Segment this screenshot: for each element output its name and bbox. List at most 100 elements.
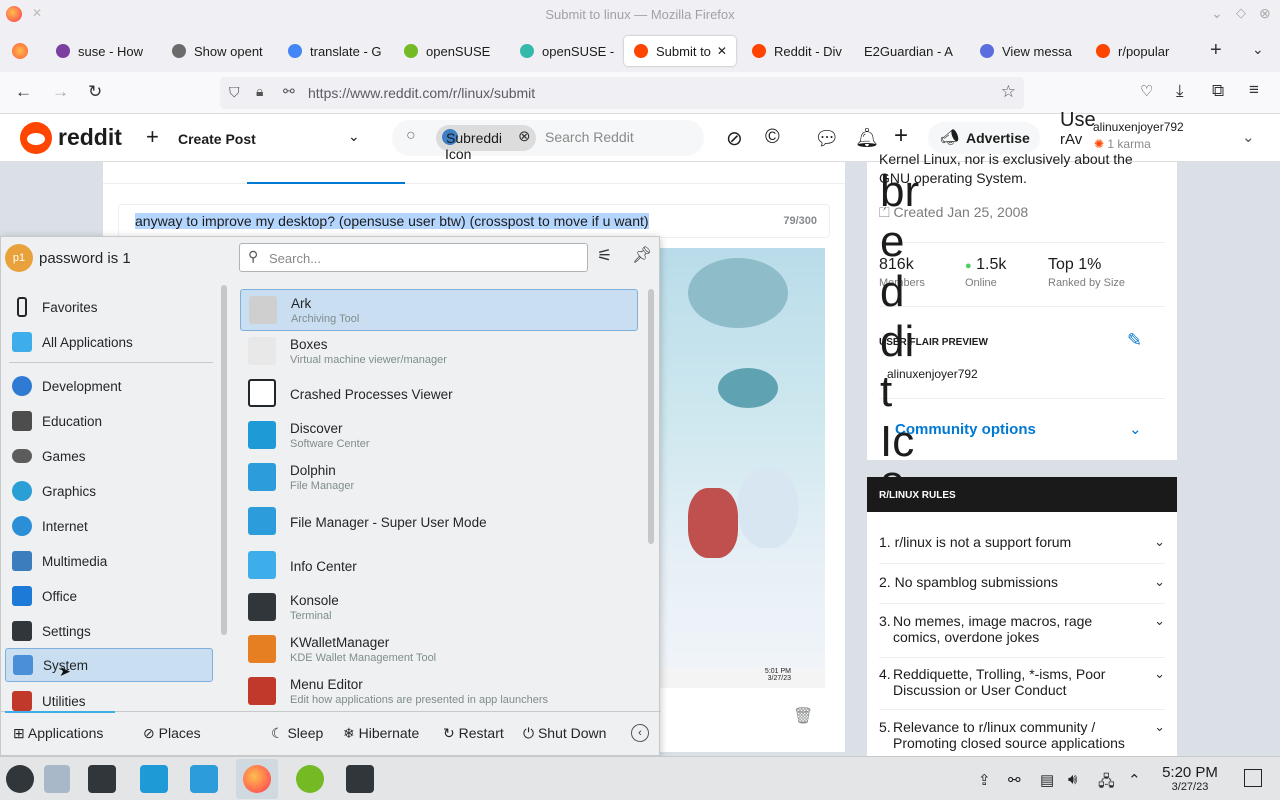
rule-item[interactable]: 3. No memes, image macros, rage comics, o…	[879, 613, 1139, 645]
category-development[interactable]: Development	[5, 369, 213, 403]
tray-expand-icon[interactable]: ⌃	[1128, 771, 1141, 789]
dolphin-icon[interactable]	[190, 765, 218, 793]
category-favorites[interactable]: Favorites	[5, 290, 213, 324]
shutdown-button[interactable]: ⏻ Shut Down	[523, 725, 606, 742]
category-system[interactable]: System	[5, 648, 213, 682]
forward-icon[interactable]: →	[52, 82, 69, 102]
apps-scrollbar[interactable]	[648, 289, 654, 544]
coins-icon[interactable]: ©	[765, 126, 780, 149]
app-ark[interactable]: Ark Archiving Tool	[240, 289, 638, 331]
user-menu-chevron-icon[interactable]: ⌄	[1242, 128, 1255, 146]
app-info-center[interactable]: Info Center	[240, 545, 638, 587]
user-avatar[interactable]: Use rAv	[1060, 110, 1096, 150]
clipboard-icon[interactable]: ▤	[1040, 771, 1054, 789]
create-plus-icon[interactable]: +	[894, 122, 908, 150]
community-options-chevron-icon[interactable]: ⌄	[1129, 420, 1142, 438]
category-settings[interactable]: Settings	[5, 614, 213, 648]
tab[interactable]: openSUSE -	[510, 36, 618, 66]
rule-item[interactable]: 5. Relevance to r/linux community / Promo…	[879, 719, 1139, 751]
digital-clock[interactable]: 5:20 PM 3/27/23	[1150, 764, 1230, 793]
app-menu-editor[interactable]: Menu Editor Edit how applications are pre…	[240, 671, 638, 713]
rule-chevron-icon[interactable]: ⌄	[1154, 574, 1165, 590]
desktop-pager-icon[interactable]	[44, 765, 70, 793]
tab[interactable]: Show opent	[162, 36, 270, 66]
category-graphics[interactable]: Graphics	[5, 474, 213, 508]
permissions-icon[interactable]: ⚯	[283, 83, 295, 100]
create-post-label[interactable]: Create Post	[178, 131, 256, 147]
reddit-logo-icon[interactable]	[20, 122, 52, 154]
rule-item[interactable]: 2. No spamblog submissions	[879, 574, 1165, 590]
launcher-button-icon[interactable]	[6, 765, 34, 793]
reddit-wordmark[interactable]: reddit	[58, 124, 122, 151]
hibernate-button[interactable]: ❄ Hibernate	[343, 725, 419, 742]
tab[interactable]: E2Guardian - A	[854, 36, 966, 66]
applications-tab[interactable]: ⊞ Applications	[13, 725, 103, 742]
volume-icon[interactable]: 🔊︎	[1068, 771, 1077, 788]
url-text[interactable]: https://www.reddit.com/r/linux/submit	[308, 85, 535, 101]
places-tab[interactable]: ⊘ Places	[143, 725, 201, 742]
title-input[interactable]: anyway to improve my desktop? (opensuse …	[118, 204, 830, 238]
app-crashed-processes-viewer[interactable]: Crashed Processes Viewer	[240, 373, 638, 415]
show-desktop-icon[interactable]	[1244, 769, 1262, 787]
restart-button[interactable]: ↻ Restart	[443, 725, 504, 742]
screenshot-icon[interactable]	[346, 765, 374, 793]
category-all-applications[interactable]: All Applications	[5, 325, 213, 359]
list-tabs-icon[interactable]: ⌄	[1252, 41, 1264, 58]
close-window-icon[interactable]: ⊗	[1259, 5, 1271, 22]
category-multimedia[interactable]: Multimedia	[5, 544, 213, 578]
tab[interactable]: translate - G	[278, 36, 386, 66]
rule-chevron-icon[interactable]: ⌄	[1154, 613, 1165, 629]
sleep-button[interactable]: ☾ Sleep	[271, 725, 323, 742]
back-icon[interactable]: ←	[15, 82, 32, 102]
discover-icon[interactable]	[140, 765, 168, 793]
app-dolphin[interactable]: Dolphin File Manager	[240, 457, 638, 499]
tab[interactable]: suse - How	[46, 36, 154, 66]
user-avatar[interactable]: p1	[5, 244, 33, 272]
firefox-task[interactable]	[236, 759, 278, 799]
tab[interactable]: openSUSE	[394, 36, 502, 66]
rule-chevron-icon[interactable]: ⌄	[1154, 719, 1165, 735]
clear-chip-icon[interactable]: ⊗	[518, 127, 531, 145]
advertise-button[interactable]: 📣︎ Advertise	[928, 122, 1040, 154]
pocket-icon[interactable]: ♡	[1140, 82, 1153, 100]
tab[interactable]: r/popular	[1086, 36, 1194, 66]
network-icon[interactable]: 🖧︎	[1098, 771, 1115, 796]
extensions-icon[interactable]: ⧉	[1212, 81, 1224, 101]
reload-icon[interactable]: ↻	[88, 82, 102, 102]
category-games[interactable]: Games	[5, 439, 213, 473]
search-box[interactable]: ○ Subreddi ⊗ Search Reddit	[392, 120, 704, 156]
tab[interactable]: View messa	[970, 36, 1078, 66]
app-konsole[interactable]: Konsole Terminal	[240, 587, 638, 629]
more-session-options-icon[interactable]: ‹	[631, 724, 649, 742]
new-tab-icon[interactable]: +	[1210, 39, 1222, 62]
rule-item[interactable]: 4. Reddiquette, Trolling, *-isms, Poor Di…	[879, 666, 1139, 698]
downloads-icon[interactable]: ⤓	[1176, 81, 1184, 101]
uploaded-image-preview[interactable]: 5:01 PM 3/27/23	[658, 248, 825, 688]
opensuse-icon[interactable]	[296, 765, 324, 793]
chevron-down-icon[interactable]: ⌄	[348, 128, 360, 145]
popular-icon[interactable]: ⊘	[726, 126, 743, 151]
username[interactable]: alinuxenjoyer792	[1093, 120, 1184, 134]
chat-icon[interactable]: 💬︎	[814, 126, 839, 151]
minimize-icon[interactable]: ⌄	[1211, 5, 1223, 22]
rule-chevron-icon[interactable]: ⌄	[1154, 666, 1165, 682]
category-internet[interactable]: Internet	[5, 509, 213, 543]
rule-chevron-icon[interactable]: ⌄	[1154, 534, 1165, 550]
notification-bell-icon[interactable]: 🔔︎	[855, 126, 879, 150]
bookmark-star-icon[interactable]: ☆	[1001, 82, 1016, 102]
shield-icon[interactable]: ⛉	[229, 84, 240, 101]
rule-item[interactable]: 1. r/linux is not a support forum	[879, 534, 1165, 550]
category-education[interactable]: Education	[5, 404, 213, 438]
close-tab-icon[interactable]: ✕	[717, 44, 727, 58]
app-boxes[interactable]: Boxes Virtual machine viewer/manager	[240, 331, 638, 373]
url-bar[interactable]: ⛉ 🔒︎ ⚯ https://www.reddit.com/r/linux/su…	[220, 77, 1024, 109]
trash-icon[interactable]: 🗑︎	[793, 706, 813, 726]
tab-image-video[interactable]	[247, 162, 405, 184]
tab[interactable]: Reddit - Div	[742, 36, 850, 66]
tab-active[interactable]: Submit to ✕	[624, 36, 736, 66]
maximize-icon[interactable]: ◇	[1236, 5, 1246, 21]
app-discover[interactable]: Discover Software Center	[240, 415, 638, 457]
firefox-view-icon[interactable]	[12, 43, 28, 59]
pin-icon[interactable]: 📌︎	[632, 245, 652, 265]
categories-scrollbar[interactable]	[221, 285, 227, 635]
